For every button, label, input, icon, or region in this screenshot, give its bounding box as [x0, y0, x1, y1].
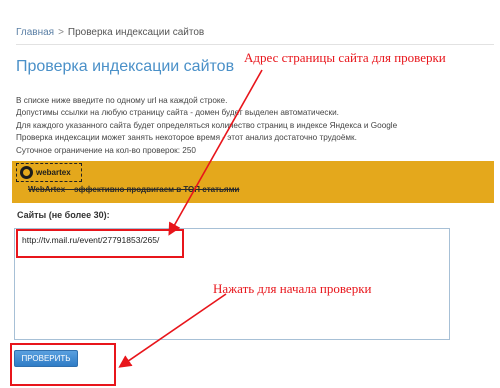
- page: Главная > Проверка индексации сайтов Прове…: [0, 0, 500, 388]
- annotation-arrows: [118, 69, 263, 368]
- start-arrow: [118, 293, 227, 368]
- address-arrow: [168, 69, 263, 236]
